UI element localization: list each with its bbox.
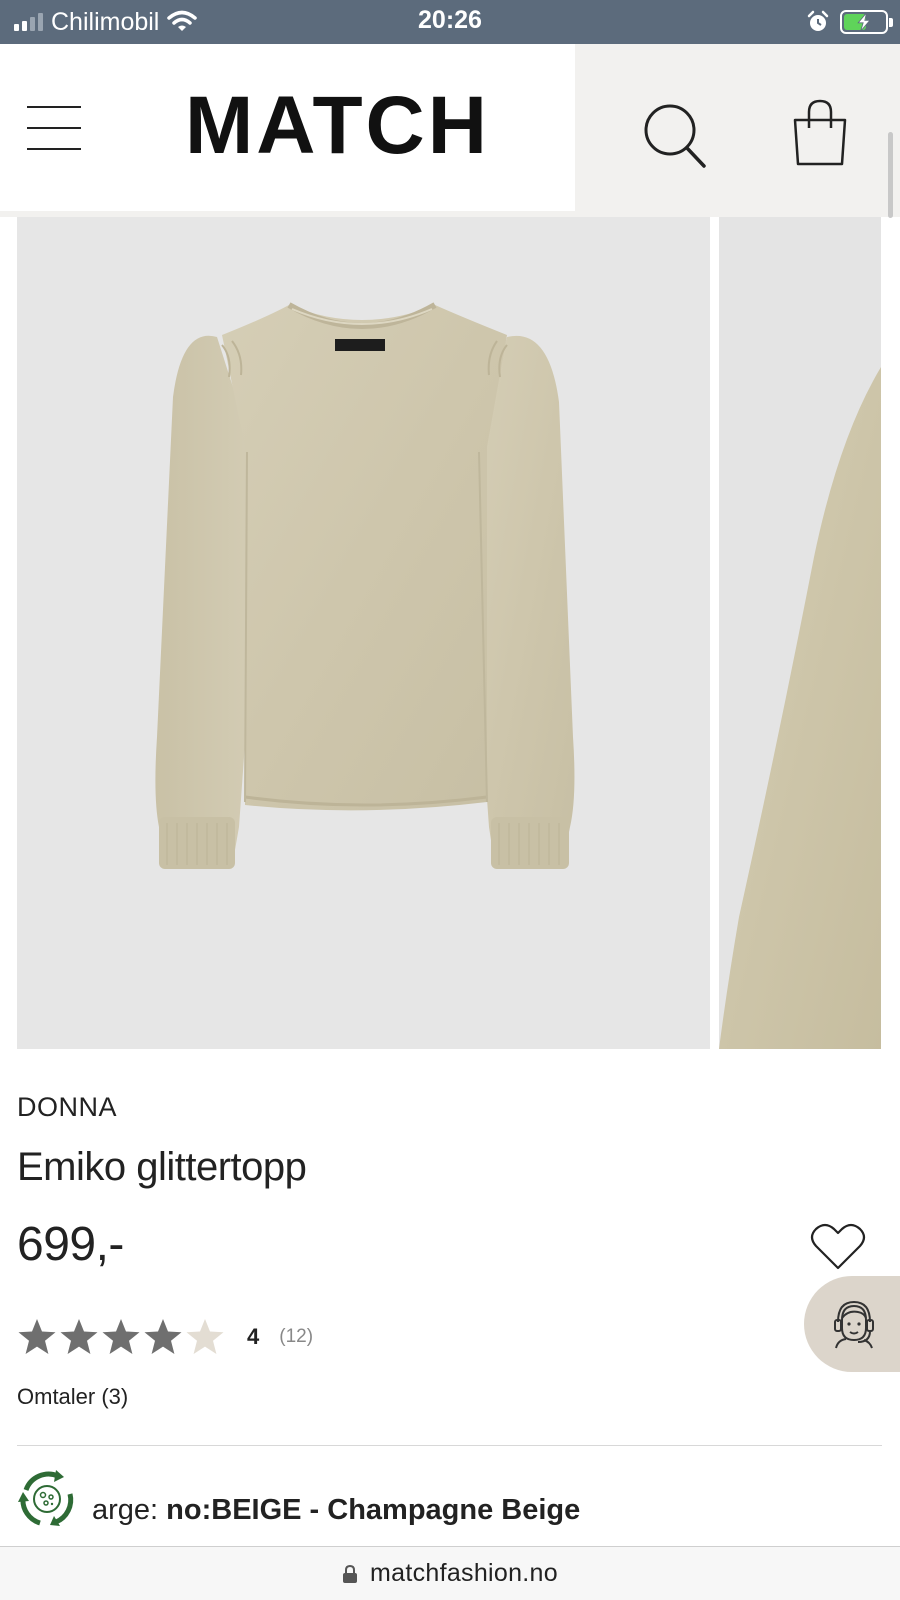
section-divider <box>17 1445 882 1446</box>
wishlist-button[interactable] <box>810 1222 866 1272</box>
search-icon <box>644 104 706 168</box>
product-rating[interactable]: 4 (12) <box>17 1316 313 1358</box>
color-value: no:BEIGE - Champagne Beige <box>166 1494 581 1526</box>
site-header: MATCH <box>0 44 900 217</box>
product-title: Emiko glittertopp <box>17 1145 307 1189</box>
reviews-link[interactable]: Omtaler (3) <box>17 1384 128 1410</box>
star-filled-icon <box>18 1319 56 1354</box>
match-logo[interactable]: MATCH <box>185 80 525 171</box>
shopping-bag-button[interactable] <box>790 98 850 168</box>
page-scrollbar[interactable] <box>888 132 893 218</box>
menu-button[interactable] <box>27 106 83 150</box>
alarm-icon <box>807 10 829 31</box>
url-text[interactable]: matchfashion.no <box>370 1559 558 1588</box>
status-bar: Chilimobil 20:26 <box>0 0 900 44</box>
search-button[interactable] <box>640 100 716 176</box>
status-right <box>806 8 893 36</box>
support-agent-icon <box>834 1300 874 1349</box>
product-brand[interactable]: DONNA <box>17 1092 117 1123</box>
status-time: 20:26 <box>418 6 482 34</box>
product-image-detail[interactable] <box>719 217 881 1049</box>
product-gallery[interactable] <box>0 217 900 1049</box>
sweater-image <box>155 302 575 869</box>
product-price: 699,- <box>17 1218 124 1271</box>
logo-text: MATCH <box>185 80 490 171</box>
product-color: arge: no:BEIGE - Champagne Beige <box>92 1494 580 1527</box>
star-filled-icon <box>60 1319 98 1354</box>
shopping-bag-icon <box>793 99 847 166</box>
rating-value: 4 <box>247 1324 260 1349</box>
lock-icon <box>343 1564 358 1583</box>
customer-service-chat-button[interactable] <box>804 1276 900 1372</box>
star-filled-icon <box>102 1319 140 1354</box>
battery-icon <box>840 10 893 34</box>
rating-stars <box>17 1317 225 1357</box>
product-image-main[interactable] <box>17 217 710 1049</box>
heart-icon <box>810 1223 866 1270</box>
color-label: arge: <box>92 1494 159 1526</box>
fabric-detail-image <box>719 367 881 1049</box>
recycle-eco-icon <box>18 1470 74 1526</box>
star-filled-icon <box>144 1319 182 1354</box>
url-container: matchfashion.no <box>0 1559 900 1588</box>
star-empty-icon <box>186 1319 224 1354</box>
rating-count: (12) <box>279 1326 314 1347</box>
browser-url-bar[interactable]: matchfashion.no <box>0 1546 900 1600</box>
